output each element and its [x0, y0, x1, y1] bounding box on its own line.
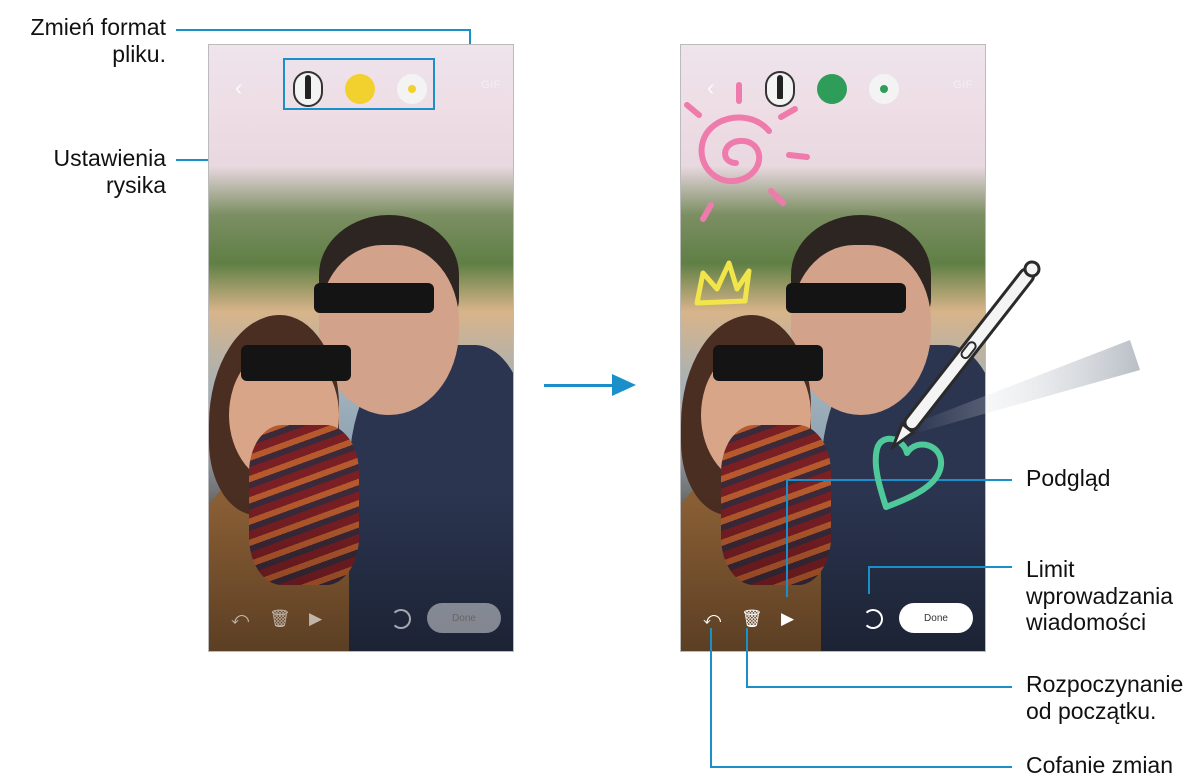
callout-preview: Podgląd — [1026, 465, 1196, 492]
pen-type-button[interactable] — [765, 71, 795, 107]
change-format-button[interactable]: GIF — [953, 79, 973, 91]
callout-limit-text: Limit wprowadzania wiadomości — [1026, 556, 1174, 636]
photo-man-sunglasses — [314, 283, 434, 313]
callout-limit: Limit wprowadzania wiadomości — [1026, 556, 1196, 636]
play-icon[interactable]: ▶ — [309, 609, 322, 629]
top-toolbar: ‹ GIF — [681, 67, 985, 111]
transition-arrow-head — [612, 374, 636, 396]
timer-icon[interactable] — [863, 609, 883, 629]
done-button[interactable]: Done — [899, 603, 973, 633]
pen-settings-highlight-box — [283, 58, 435, 110]
s-pen-tip — [889, 421, 916, 450]
callout-undo: Cofanie zmian — [1026, 752, 1202, 779]
bottom-toolbar: ⤺ 🗑 ▶ Done — [209, 603, 513, 637]
callout-undo-text: Cofanie zmian — [1026, 752, 1174, 778]
leader-line — [176, 29, 470, 31]
photo-woman-scarf — [249, 425, 359, 585]
play-icon[interactable]: ▶ — [781, 609, 794, 629]
change-format-button[interactable]: GIF — [481, 79, 501, 91]
s-pen-illustration — [889, 260, 1140, 450]
callout-preview-text: Podgląd — [1026, 465, 1111, 491]
phone-screen-before: ‹ GIF ⤺ 🗑 ▶ Done — [208, 44, 514, 652]
drawing-crown — [694, 260, 752, 306]
timer-icon[interactable] — [391, 609, 411, 629]
trash-icon[interactable]: 🗑 — [741, 609, 763, 629]
photo-woman-sunglasses — [241, 345, 351, 381]
leader-line — [746, 686, 1012, 688]
callout-change-format: Zmień format pliku. — [4, 14, 166, 67]
photo-man-face — [319, 245, 459, 415]
sun-ray — [700, 202, 714, 222]
sun-spiral — [698, 114, 772, 185]
transition-arrow-line — [544, 384, 618, 387]
sun-ray — [786, 152, 810, 160]
done-label: Done — [452, 612, 476, 624]
callout-pen-settings: Ustawienia rysika — [20, 145, 167, 198]
done-label: Done — [924, 612, 948, 624]
s-pen — [889, 260, 1041, 450]
done-button[interactable]: Done — [427, 603, 501, 633]
pen-color-button[interactable] — [817, 74, 847, 104]
sun-ray — [768, 188, 786, 206]
leader-line — [710, 766, 1012, 768]
callout-change-format-text: Zmień format pliku. — [30, 14, 166, 67]
callout-start-over: Rozpoczynanie od początku. — [1026, 671, 1202, 724]
chevron-left-icon[interactable]: ‹ — [707, 75, 714, 101]
undo-icon[interactable]: ⤺ — [703, 609, 721, 629]
pen-size-dot — [880, 85, 888, 93]
undo-icon[interactable]: ⤺ — [231, 609, 249, 629]
chevron-left-icon[interactable]: ‹ — [235, 75, 242, 101]
bottom-toolbar: ⤺ 🗑 ▶ Done — [681, 603, 985, 637]
callout-start-over-text: Rozpoczynanie od początku. — [1026, 671, 1184, 724]
trash-icon[interactable]: 🗑 — [269, 609, 291, 629]
pen-size-button[interactable] — [869, 74, 899, 104]
callout-pen-settings-text: Ustawienia rysika — [53, 145, 167, 198]
